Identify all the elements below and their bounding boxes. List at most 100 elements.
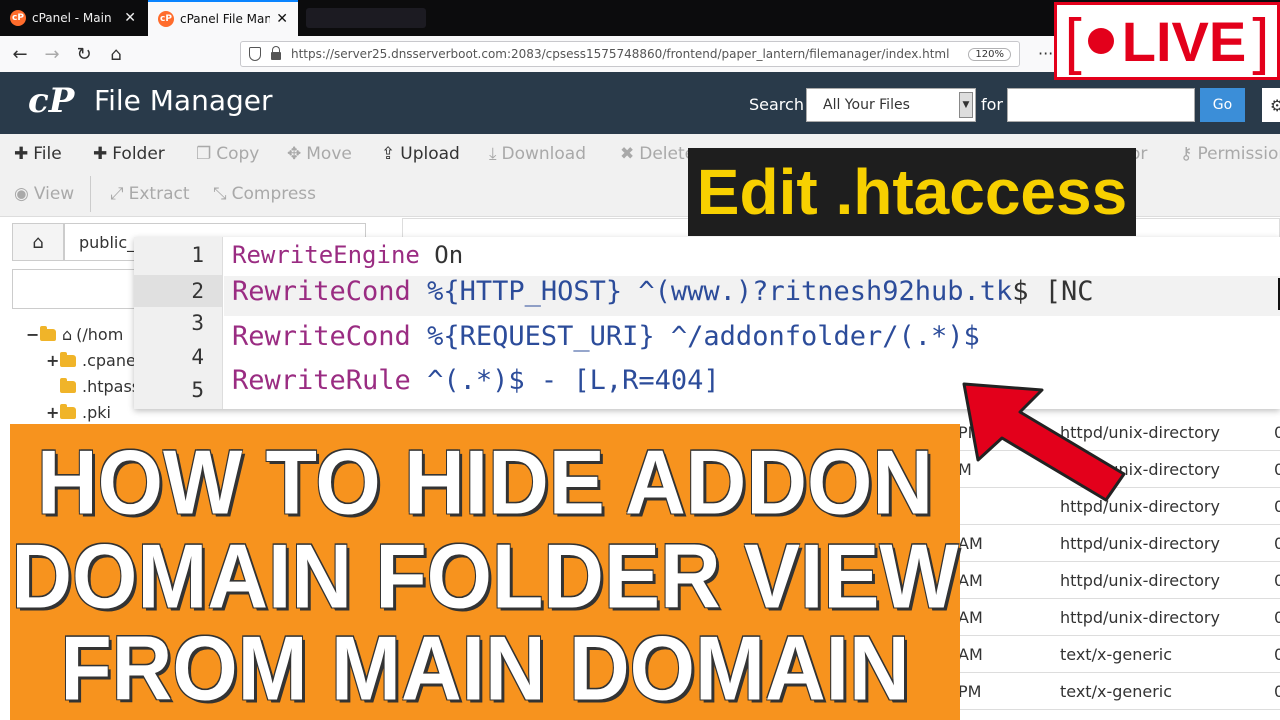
url-bar[interactable]: https://server25.dnsserverboot.com:2083/… [240,41,1020,67]
file-permissions: 0 [1274,608,1280,627]
delete-button[interactable]: ✖ Delete [620,144,695,164]
zoom-level[interactable]: 120% [968,47,1011,61]
button-label: Folder [112,144,165,164]
directive-args: ^(.*)$ - [L,R=404] [410,365,720,396]
tree-item-home[interactable]: − ⌂ (/hom [26,325,123,344]
home-directory-button[interactable]: ⌂ [12,223,64,261]
view-button[interactable]: ◉ View [14,184,74,204]
tab-file-manager[interactable]: cP cPanel File Mana ✕ [148,0,298,36]
line-number: 1 [191,243,204,267]
directive: RewriteCond [232,276,411,307]
go-button[interactable]: Go [1200,88,1245,122]
home-icon[interactable]: ⌂ [104,42,128,66]
tracking-shield-icon[interactable] [249,47,261,61]
compress-icon: ⤡ [213,184,227,204]
tree-item-pki[interactable]: + .pki [46,403,111,422]
expand-toggle[interactable]: + [46,351,59,370]
file-permissions: 0 [1274,460,1280,479]
code-line-4[interactable]: RewriteRule ^(.*)$ - [L,R=404] [232,365,720,396]
tab-cpanel-main[interactable]: cP cPanel - Main ✕ [0,0,146,36]
page-title: File Manager [94,84,273,117]
tab-placeholder[interactable] [306,8,426,28]
directive: RewriteRule [232,365,411,396]
copy-button[interactable]: ❐ Copy [196,144,259,164]
close-tab-icon[interactable]: ✕ [276,11,288,27]
url-text: https://server25.dnsserverboot.com:2083/… [291,47,950,61]
live-label: LIVE [1121,9,1247,73]
key-icon: ⚷ [1180,144,1193,164]
move-button[interactable]: ✥ Move [287,144,352,164]
title-line-3: FROM MAIN DOMAIN [60,617,910,719]
gear-icon[interactable]: ⚙ [1262,88,1280,122]
tree-item-label: .htpass [82,377,141,396]
red-arrow-icon [962,382,1126,502]
extract-button[interactable]: ⤢ Extract [110,184,190,204]
toolbar-divider [90,176,91,212]
expand-icon: ⤢ [110,184,124,204]
file-permissions: 0 [1274,534,1280,553]
forward-icon[interactable]: → [40,42,64,66]
reload-icon[interactable]: ↻ [72,42,96,66]
directive-flags: $ [NC [1012,276,1094,307]
title-line-2: DOMAIN FOLDER VIEW [11,525,959,627]
button-label: Copy [216,144,260,164]
code-line-3[interactable]: RewriteCond %{REQUEST_URI} ^/addonfolder… [232,321,980,352]
search-input[interactable] [1007,88,1195,122]
home-icon: ⌂ [62,325,73,344]
home-icon: ⌂ [32,231,44,253]
right-bracket: ] [1252,6,1270,76]
back-icon[interactable]: ← [8,42,32,66]
tab-label: cPanel - Main [32,11,112,25]
file-type: text/x-generic [1060,682,1173,701]
file-permissions: 0 [1274,682,1280,701]
chevron-down-icon[interactable]: ▼ [959,92,973,118]
button-label: File [33,144,62,164]
collapse-toggle[interactable]: − [26,325,39,344]
search-scope-value: All Your Files [823,97,910,113]
server-variable: %{REQUEST_URI} [410,321,655,352]
modified-time: AM [958,608,983,627]
tree-item-label: .pki [82,403,111,422]
live-badge: [ LIVE ] [1054,2,1280,80]
new-file-button[interactable]: ✚ File [14,144,62,164]
page-actions-icon[interactable]: ··· [1038,44,1053,63]
file-permissions: 0 [1274,571,1280,590]
expand-toggle[interactable]: + [46,403,59,422]
edit-htaccess-banner: Edit .htaccess [688,148,1136,236]
compress-button[interactable]: ⤡ Compress [213,184,316,204]
modified-time: AM [958,571,983,590]
button-label: Move [306,144,352,164]
line-number: 2 [134,275,222,307]
button-label: Delete [639,144,696,164]
plus-icon: ✚ [14,144,29,164]
directive-args: On [419,241,464,269]
permissions-button[interactable]: ⚷Permissions [1180,144,1280,164]
move-icon: ✥ [287,144,302,164]
code-line-1[interactable]: RewriteEngine On [232,241,463,269]
eye-icon: ◉ [14,184,29,204]
upload-button[interactable]: ⇪ Upload [381,144,460,164]
download-icon: ⤓ [489,144,497,164]
cpanel-favicon-icon: cP [158,11,174,27]
plus-icon: ✚ [93,144,108,164]
new-folder-button[interactable]: ✚ Folder [93,144,165,164]
live-dot-icon [1087,28,1114,54]
directive-pattern: ^(www.)?ritnesh92hub.tk [622,276,1013,307]
code-line-2[interactable]: RewriteCond %{HTTP_HOST} ^(www.)?ritnesh… [224,276,1280,316]
tree-item-htpasswds[interactable]: .htpass [46,377,140,396]
line-number: 4 [191,345,204,369]
tab-label: cPanel File Mana [180,12,271,26]
for-label: for [981,95,1003,114]
download-button[interactable]: ⤓ Download [489,144,586,164]
upload-icon: ⇪ [381,144,396,164]
lock-icon[interactable] [271,46,281,60]
folder-icon [60,377,76,393]
directive: RewriteEngine [232,241,420,269]
search-scope-select[interactable]: All Your Files ▼ [806,88,976,122]
tree-item-cpanel[interactable]: + .cpane [46,351,136,370]
line-number: 3 [191,311,204,335]
file-permissions: 0 [1274,423,1280,442]
cpanel-logo[interactable]: cP [28,82,80,120]
button-label: View [33,184,75,204]
close-tab-icon[interactable]: ✕ [124,10,136,26]
